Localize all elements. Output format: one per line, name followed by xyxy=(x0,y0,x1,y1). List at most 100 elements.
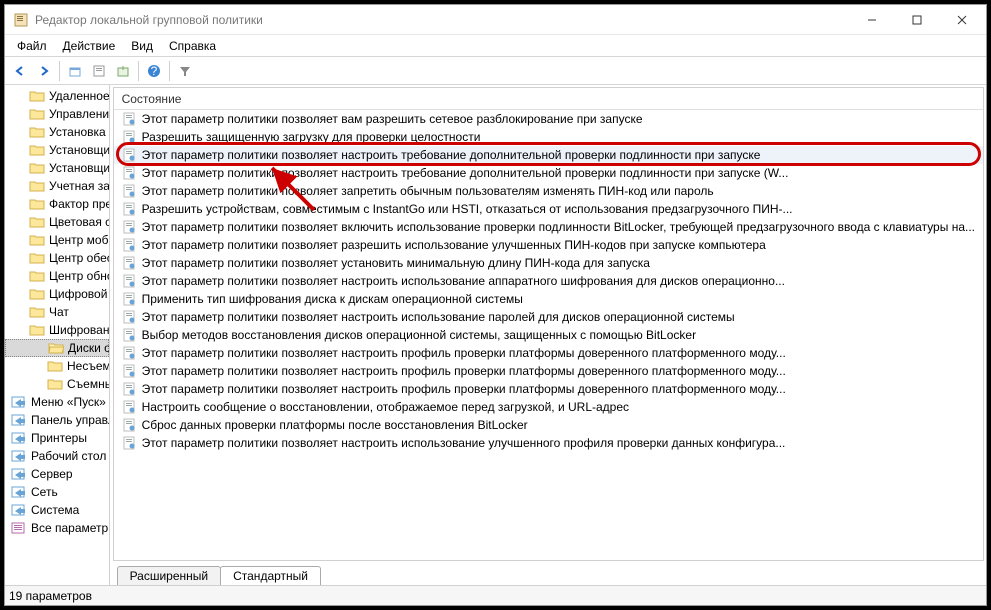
tree-item[interactable]: Сервер xyxy=(5,465,109,483)
tabs-bar: Расширенный Стандартный xyxy=(111,563,986,585)
policy-list[interactable]: Этот параметр политики позволяет вам раз… xyxy=(114,110,983,452)
list-header[interactable]: Состояние xyxy=(114,88,983,110)
tree-item-label: Учетная запись Майкрософт xyxy=(49,179,110,193)
policy-item[interactable]: Этот параметр политики позволяет установ… xyxy=(114,254,983,272)
shortcut-icon xyxy=(11,449,27,463)
policy-item[interactable]: Применить тип шифрования диска к дискам … xyxy=(114,290,983,308)
policy-item[interactable]: Этот параметр политики позволяет настрои… xyxy=(114,362,983,380)
tree-item-label: Сеть xyxy=(31,485,58,499)
tree-panel[interactable]: Удаленное управление Windows Управление ц… xyxy=(5,85,110,585)
folder-icon xyxy=(29,269,45,283)
folder-icon xyxy=(29,305,45,319)
policy-item[interactable]: Этот параметр политики позволяет настрои… xyxy=(114,164,983,182)
tree-item[interactable]: Центр мобильности Windows xyxy=(5,231,109,249)
policy-icon xyxy=(122,328,138,342)
shortcut-icon xyxy=(11,467,27,481)
tree-item[interactable]: Панель управления xyxy=(5,411,109,429)
tree-item[interactable]: Система xyxy=(5,501,109,519)
tree-item[interactable]: Центр обновления Windows xyxy=(5,267,109,285)
tree-item[interactable]: Цветовая система Windows Color System xyxy=(5,213,109,231)
tree-item[interactable]: Диски операционной системы xyxy=(5,339,109,357)
menu-action[interactable]: Действие xyxy=(55,37,124,55)
tree-item-label: Фактор предварительной проверки подл xyxy=(49,197,110,211)
policy-item[interactable]: Этот параметр политики позволяет запрети… xyxy=(114,182,983,200)
policy-item[interactable]: Этот параметр политики позволяет включит… xyxy=(114,218,983,236)
tree-item[interactable]: Все параметры xyxy=(5,519,109,537)
tree-item[interactable]: Учетная запись Майкрософт xyxy=(5,177,109,195)
policy-item[interactable]: Настроить сообщение о восстановлении, от… xyxy=(114,398,983,416)
tree-item[interactable]: Несъемные диски с данными xyxy=(5,357,109,375)
policy-label: Сброс данных проверки платформы после во… xyxy=(142,418,528,432)
tree-item-label: Центр мобильности Windows xyxy=(49,233,110,247)
folder-icon xyxy=(29,287,45,301)
policy-item[interactable]: Этот параметр политики позволяет настрои… xyxy=(114,308,983,326)
policy-item[interactable]: Выбор методов восстановления дисков опер… xyxy=(114,326,983,344)
policy-item[interactable]: Этот параметр политики позволяет настрои… xyxy=(114,434,983,452)
policy-icon xyxy=(122,238,138,252)
tree-item[interactable]: Установка нажатием xyxy=(5,123,109,141)
folder-icon xyxy=(29,143,45,157)
policy-label: Этот параметр политики позволяет настрои… xyxy=(142,382,786,396)
policy-item[interactable]: Этот параметр политики позволяет настрои… xyxy=(114,272,983,290)
forward-button[interactable] xyxy=(33,60,55,82)
tree-item-label: Удаленное управление Windows xyxy=(49,89,110,103)
tree-item[interactable]: Управление цифровыми правами Windo xyxy=(5,105,109,123)
tree-item[interactable]: Установщик Windows xyxy=(5,141,109,159)
tree-item-label: Шифрование диска BitLocker xyxy=(49,323,110,337)
tree-item-label: Принтеры xyxy=(31,431,87,445)
shortcut-icon xyxy=(11,503,27,517)
tree-item[interactable]: Шифрование диска BitLocker xyxy=(5,321,109,339)
tree-item[interactable]: Центр обеспечения безопасности xyxy=(5,249,109,267)
policy-item[interactable]: Разрешить защищенную загрузку для провер… xyxy=(114,128,983,146)
folder-icon xyxy=(47,359,63,373)
tree-item-label: Установщик классических приложений xyxy=(49,161,110,175)
maximize-button[interactable] xyxy=(894,5,939,34)
close-button[interactable] xyxy=(939,5,984,34)
tree-item-label: Съемные носители с данными xyxy=(67,377,110,391)
policy-item[interactable]: Разрешить устройствам, совместимым с Ins… xyxy=(114,200,983,218)
tree-item[interactable]: Чат xyxy=(5,303,109,321)
folder-icon xyxy=(29,179,45,193)
menu-help[interactable]: Справка xyxy=(161,37,224,55)
policy-item[interactable]: Этот параметр политики позволяет настрои… xyxy=(114,380,983,398)
help-button[interactable]: ? xyxy=(143,60,165,82)
policy-item[interactable]: Этот параметр политики позволяет вам раз… xyxy=(114,110,983,128)
tree-item[interactable]: Удаленное управление Windows xyxy=(5,87,109,105)
properties-button[interactable] xyxy=(88,60,110,82)
tab-standard[interactable]: Стандартный xyxy=(220,566,321,585)
tree-item[interactable]: Съемные носители с данными xyxy=(5,375,109,393)
tree-item-label: Диски операционной системы xyxy=(68,341,110,355)
policy-item[interactable]: Этот параметр политики позволяет разреши… xyxy=(114,236,983,254)
policy-icon xyxy=(122,310,138,324)
policy-item[interactable]: Этот параметр политики позволяет настрои… xyxy=(114,344,983,362)
shortcut-icon xyxy=(11,395,27,409)
up-button[interactable] xyxy=(64,60,86,82)
policy-label: Разрешить защищенную загрузку для провер… xyxy=(142,130,481,144)
refresh-button[interactable] xyxy=(112,60,134,82)
titlebar[interactable]: Редактор локальной групповой политики xyxy=(5,5,986,35)
policy-item[interactable]: Этот параметр политики позволяет настрои… xyxy=(114,146,983,164)
menu-view[interactable]: Вид xyxy=(123,37,161,55)
tree-item[interactable]: Рабочий стол xyxy=(5,447,109,465)
tree-item[interactable]: Фактор предварительной проверки подл xyxy=(5,195,109,213)
tree-item[interactable]: Цифровой ящик xyxy=(5,285,109,303)
policy-label: Выбор методов восстановления дисков опер… xyxy=(142,328,697,342)
tab-extended[interactable]: Расширенный xyxy=(117,566,222,585)
minimize-button[interactable] xyxy=(849,5,894,34)
tree-item[interactable]: Принтеры xyxy=(5,429,109,447)
policy-icon xyxy=(122,346,138,360)
policy-icon xyxy=(122,220,138,234)
filter-button[interactable] xyxy=(174,60,196,82)
back-button[interactable] xyxy=(9,60,31,82)
tree-item[interactable]: Установщик классических приложений xyxy=(5,159,109,177)
app-window: Редактор локальной групповой политики Фа… xyxy=(4,4,987,606)
tree-item-label: Рабочий стол xyxy=(31,449,106,463)
tree-item[interactable]: Меню «Пуск» и панель задач xyxy=(5,393,109,411)
tree-item[interactable]: Сеть xyxy=(5,483,109,501)
policy-item[interactable]: Сброс данных проверки платформы после во… xyxy=(114,416,983,434)
folder-icon xyxy=(29,233,45,247)
policy-label: Этот параметр политики позволяет включит… xyxy=(142,220,975,234)
status-text: 19 параметров xyxy=(9,589,92,603)
toolbar-separator xyxy=(59,61,60,81)
menu-file[interactable]: Файл xyxy=(9,37,55,55)
